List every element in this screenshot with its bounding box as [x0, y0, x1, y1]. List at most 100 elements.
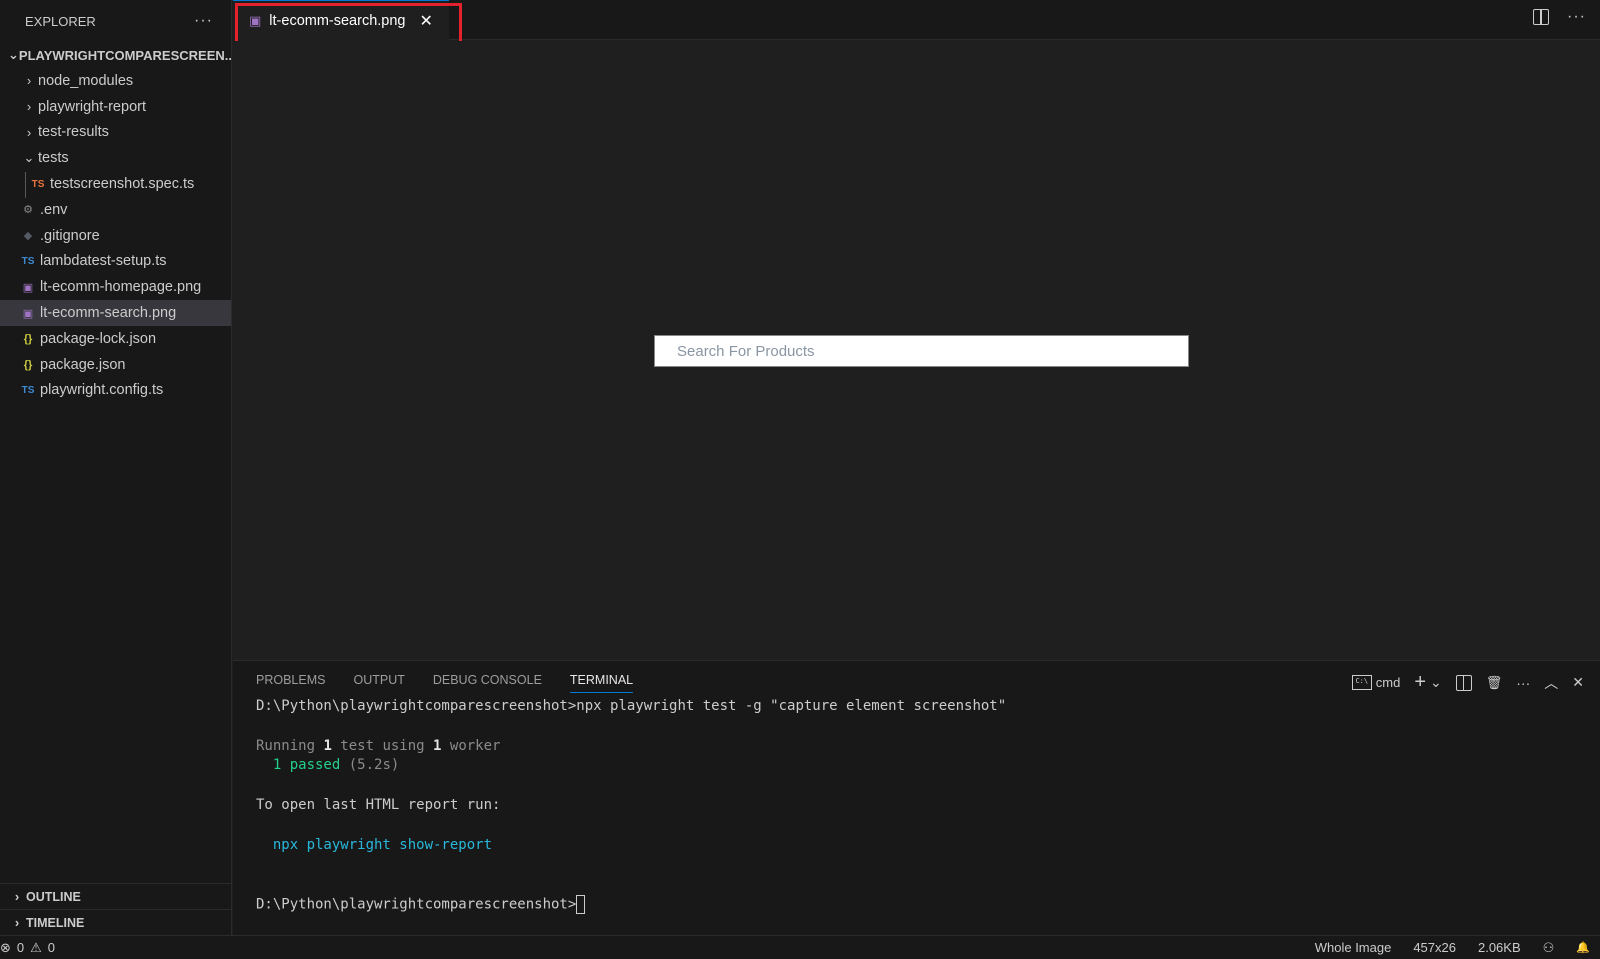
terminal-icon: C:\: [1351, 675, 1372, 690]
chevron-right-icon: ›: [14, 889, 20, 904]
tab-lt-ecomm-search-png[interactable]: ▣ lt-ecomm-search.png ✕: [233, 0, 449, 41]
image-preview-editor: Search For Products: [233, 41, 1600, 660]
outline-section[interactable]: › OUTLINE: [0, 883, 232, 909]
maximize-panel-icon[interactable]: ︿: [1544, 673, 1558, 693]
tree-folder-node-modules[interactable]: › node_modules: [0, 68, 231, 94]
terminal-passed-line: 1 passed (5.2s): [256, 756, 1006, 776]
tree-folder-playwright-report[interactable]: › playwright-report: [0, 94, 231, 120]
tree-item-label: playwright-report: [38, 98, 146, 115]
trash-icon[interactable]: 🗑: [1486, 675, 1503, 691]
terminal-report-command-line: npx playwright show-report: [256, 836, 1006, 856]
error-count: 0: [16, 940, 25, 955]
chevron-right-icon: ›: [14, 915, 20, 930]
tree-file-package-json[interactable]: {} package.json: [0, 352, 231, 378]
tree-item-label: lt-ecomm-search.png: [40, 305, 177, 322]
explorer-title: EXPLORER: [25, 13, 96, 29]
running-suffix: worker: [441, 737, 501, 754]
explorer-header: EXPLORER ···: [0, 0, 231, 42]
report-command: npx playwright show-report: [272, 836, 493, 853]
timeline-section[interactable]: › TIMELINE: [0, 909, 232, 935]
terminal-final-prompt-line: D:\Python\playwrightcomparescreenshot>: [256, 894, 1006, 915]
explorer-more-button[interactable]: ···: [194, 12, 213, 30]
image-file-size: 2.06KB: [1477, 940, 1521, 955]
chevron-down-icon[interactable]: ⌄: [1430, 674, 1442, 691]
split-terminal-icon[interactable]: [1455, 674, 1472, 691]
tab-terminal[interactable]: TERMINAL: [569, 673, 634, 693]
tab-debug-console[interactable]: DEBUG CONSOLE: [433, 673, 542, 693]
error-icon: ⊗: [0, 939, 11, 955]
typescript-icon: TS: [21, 384, 35, 396]
terminal-selector[interactable]: C:\ cmd: [1351, 675, 1401, 690]
split-editor-icon[interactable]: [1533, 9, 1550, 25]
running-count: 1: [323, 737, 332, 754]
chevron-right-icon: ›: [26, 124, 32, 140]
terminal-cursor: [576, 894, 586, 914]
image-icon: ▣: [22, 307, 34, 320]
tree-item-label: tests: [38, 150, 69, 167]
tree-file-package-lock[interactable]: {} package-lock.json: [0, 326, 231, 352]
previewed-image: Search For Products: [654, 335, 1189, 367]
close-panel-icon[interactable]: ✕: [1572, 674, 1584, 691]
terminal-prompt: D:\Python\playwrightcomparescreenshot>: [256, 896, 577, 913]
more-actions-icon[interactable]: ···: [1567, 8, 1586, 26]
tab-label: lt-ecomm-search.png: [269, 13, 406, 29]
more-actions-icon[interactable]: ···: [1516, 675, 1530, 691]
tree-file-search-png[interactable]: ▣ lt-ecomm-search.png: [0, 300, 231, 326]
warning-count: 0: [47, 940, 56, 955]
terminal-name: cmd: [1375, 675, 1401, 690]
tree-item-label: test-results: [38, 124, 109, 141]
terminal-command: npx playwright test -g "capture element …: [576, 698, 1007, 714]
editor-tab-bar: ▣ lt-ecomm-search.png ✕ ···: [233, 0, 1600, 41]
editor-actions: ···: [1533, 8, 1586, 26]
json-icon: {}: [23, 358, 33, 371]
preview-search-placeholder: Search For Products: [677, 342, 815, 360]
tree-item-label: package-lock.json: [40, 330, 157, 347]
warning-icon: ⚠: [30, 939, 42, 955]
tab-problems[interactable]: PROBLEMS: [256, 673, 325, 693]
tree-item-label: lt-ecomm-homepage.png: [40, 279, 202, 296]
bottom-panel: PROBLEMS OUTPUT DEBUG CONSOLE TERMINAL C…: [233, 660, 1600, 935]
chevron-right-icon: ›: [26, 99, 32, 115]
tab-output[interactable]: OUTPUT: [353, 673, 404, 693]
tree-file-env[interactable]: ⚙ .env: [0, 197, 231, 223]
tree-file-testscreenshot-spec[interactable]: TS testscreenshot.spec.ts: [0, 171, 231, 197]
terminal-prompt: D:\Python\playwrightcomparescreenshot>: [256, 698, 577, 714]
chevron-down-icon: ⌄: [8, 47, 19, 62]
image-zoom-mode[interactable]: Whole Image: [1315, 940, 1392, 955]
terminal-report-hint: To open last HTML report run:: [256, 796, 501, 813]
tree-item-label: lambdatest-setup.ts: [40, 253, 167, 270]
vscode-window: EXPLORER ··· ⌄ PLAYWRIGHTCOMPARESCREEN..…: [0, 0, 1600, 959]
tree-file-playwright-config[interactable]: TS playwright.config.ts: [0, 378, 231, 404]
gear-icon: ⚙: [23, 204, 33, 217]
close-icon[interactable]: ✕: [419, 11, 432, 31]
tree-item-label: node_modules: [38, 72, 134, 89]
file-tree: › node_modules › playwright-report › tes…: [0, 68, 231, 403]
image-icon: ▣: [249, 13, 262, 28]
tree-file-lambdatest-setup[interactable]: TS lambdatest-setup.ts: [0, 249, 231, 275]
running-mid: test using: [331, 737, 434, 754]
tree-folder-tests[interactable]: ⌄ tests: [0, 145, 231, 171]
tree-item-label: package.json: [40, 356, 126, 373]
status-right: Whole Image 457x26 2.06KB ⚇ 🔔: [1315, 940, 1600, 956]
problems-indicator[interactable]: ⊗ 0 ⚠ 0: [0, 940, 55, 956]
tree-folder-test-results[interactable]: › test-results: [0, 120, 231, 146]
feedback-icon[interactable]: ⚇: [1543, 940, 1555, 956]
panel-actions: C:\ cmd + ⌄ 🗑 ··· ︿ ✕: [1351, 671, 1584, 694]
image-dimensions: 457x26: [1413, 940, 1456, 955]
tree-file-gitignore[interactable]: ◆ .gitignore: [0, 223, 231, 249]
terminal-output[interactable]: D:\Python\playwrightcomparescreenshot>np…: [256, 697, 1006, 915]
tree-file-homepage-png[interactable]: ▣ lt-ecomm-homepage.png: [0, 274, 231, 300]
tree-item-label: testscreenshot.spec.ts: [50, 176, 195, 193]
image-icon: ▣: [22, 281, 34, 294]
root-folder-label: PLAYWRIGHTCOMPARESCREEN...: [18, 47, 231, 63]
passed-count: 1 passed: [272, 757, 341, 774]
chevron-down-icon: ⌄: [23, 150, 35, 166]
notifications-bell-icon[interactable]: 🔔: [1576, 941, 1590, 954]
terminal-running-line: Running 1 test using 1 worker: [256, 737, 1006, 757]
root-folder[interactable]: ⌄ PLAYWRIGHTCOMPARESCREEN...: [0, 42, 231, 68]
git-icon: ◆: [23, 230, 33, 243]
tree-item-label: .gitignore: [40, 227, 100, 244]
indent-guide: [25, 172, 26, 198]
typescript-icon: TS: [21, 255, 35, 267]
new-terminal-icon[interactable]: +: [1414, 671, 1426, 694]
